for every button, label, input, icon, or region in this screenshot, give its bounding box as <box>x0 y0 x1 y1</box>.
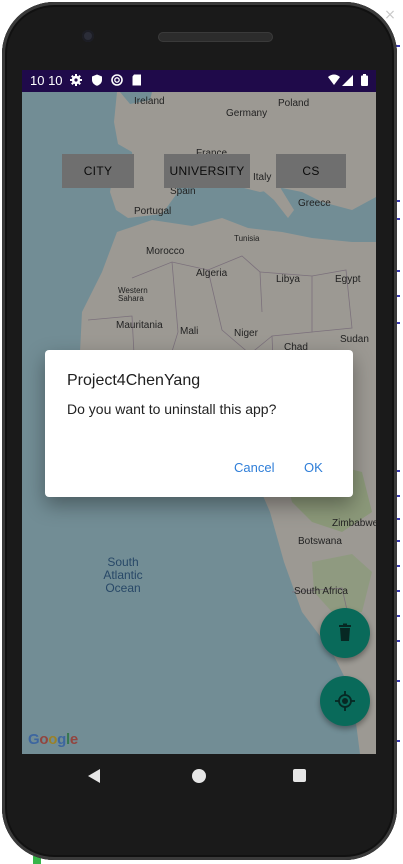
dialog-title: Project4ChenYang <box>67 372 201 389</box>
cancel-button[interactable]: Cancel <box>234 460 274 476</box>
signal-icon <box>342 75 353 86</box>
shield-icon <box>92 74 102 86</box>
camera-icon <box>82 30 94 42</box>
sd-card-icon <box>132 74 141 86</box>
uninstall-dialog: Project4ChenYang Do you want to uninstal… <box>45 350 353 497</box>
status-bar: 10 10 <box>22 70 376 92</box>
navigation-bar <box>22 754 376 800</box>
wifi-icon <box>328 74 340 85</box>
gear-icon <box>70 74 82 86</box>
ok-button[interactable]: OK <box>304 460 323 476</box>
back-icon[interactable] <box>88 769 100 783</box>
battery-icon <box>361 74 368 86</box>
status-time: 10 10 <box>30 73 63 88</box>
speaker-grille <box>158 32 273 42</box>
no-sync-icon <box>111 74 123 86</box>
recents-icon[interactable] <box>293 769 306 782</box>
home-icon[interactable] <box>192 769 206 783</box>
device-screen: 10 10 Ireland Poland Germany Italy Spain… <box>22 70 376 754</box>
dialog-message: Do you want to uninstall this app? <box>67 401 277 417</box>
